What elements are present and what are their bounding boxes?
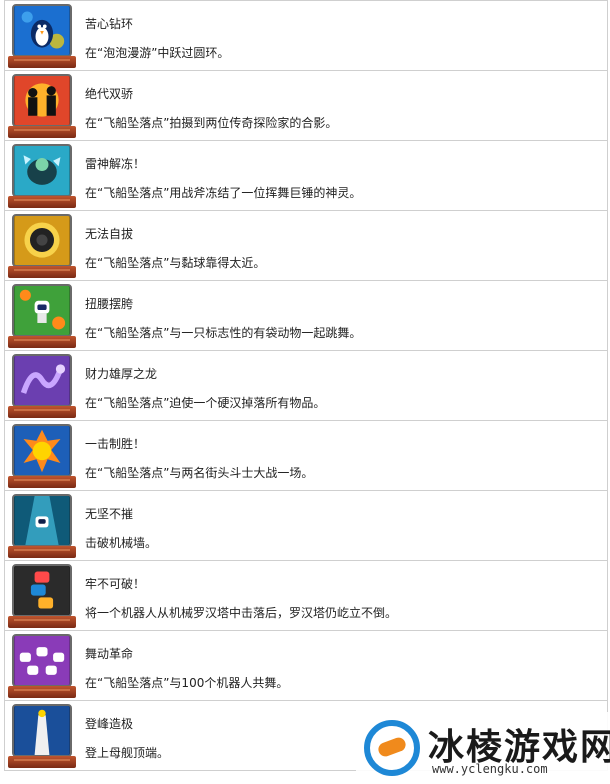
trophy-description: 将一个机器人从机械罗汉塔中击落后，罗汉塔仍屹立不倒。 (85, 606, 398, 620)
bot-crowd-trophy-icon (12, 634, 72, 687)
trophy-thumbnail (8, 144, 76, 208)
site-watermark: 冰棱游戏网 www.yclengku.com (356, 712, 610, 784)
trophy-thumbnail (8, 354, 76, 418)
trophy-stand (8, 616, 76, 628)
trophy-thumbnail (8, 704, 76, 768)
trophy-row: 无坚不摧 击破机械墙。 (4, 491, 608, 561)
spotlight-bot-trophy-icon (12, 494, 72, 547)
trophy-row: 扭腰摆胯 在“飞船坠落点”与一只标志性的有袋动物一起跳舞。 (4, 281, 608, 351)
trophy-stand (8, 56, 76, 68)
trophy-stand (8, 266, 76, 278)
trophy-stand (8, 406, 76, 418)
watermark-logo-icon (364, 720, 420, 776)
trophy-thumbnail (8, 74, 76, 138)
ko-trophy-icon (12, 424, 72, 477)
trophy-thumbnail (8, 494, 76, 558)
trophy-stand (8, 686, 76, 698)
trophy-stand (8, 546, 76, 558)
tower-top-trophy-icon (12, 704, 72, 757)
trophy-description: 在“泡泡漫游”中跃过圆环。 (85, 46, 230, 60)
trophy-description: 在“飞船坠落点”与两名街头斗士大战一场。 (85, 466, 314, 480)
trophy-description: 在“飞船坠落点”与一只标志性的有袋动物一起跳舞。 (85, 326, 362, 340)
trophy-title: 苦心钻环 (85, 17, 134, 31)
trophy-thumbnail (8, 214, 76, 278)
trophy-title: 财力雄厚之龙 (85, 367, 158, 381)
trophy-row: 牢不可破！ 将一个机器人从机械罗汉塔中击落后，罗汉塔仍屹立不倒。 (4, 561, 608, 631)
trophy-title: 牢不可破！ (85, 577, 146, 591)
trophy-stand (8, 126, 76, 138)
trophy-description: 在“飞船坠落点”与100个机器人共舞。 (85, 676, 289, 690)
trophy-stand (8, 196, 76, 208)
trophy-row: 财力雄厚之龙 在“飞船坠落点”迫使一个硬汉掉落所有物品。 (4, 351, 608, 421)
trophy-description: 登上母舰顶端。 (85, 746, 170, 760)
trophy-title: 雷神解冻！ (85, 157, 146, 171)
trophy-title: 无法自拔 (85, 227, 134, 241)
trophy-description: 在“飞船坠落点”用战斧冻结了一位挥舞巨锤的神灵。 (85, 186, 362, 200)
trophy-title: 扭腰摆胯 (85, 297, 134, 311)
dragon-trophy-icon (12, 354, 72, 407)
trophy-title: 舞动革命 (85, 647, 134, 661)
trophy-thumbnail (8, 284, 76, 348)
trophy-title: 无坚不摧 (85, 507, 134, 521)
trophy-row: 绝代双骄 在“飞船坠落点”拍摄到两位传奇探险家的合影。 (4, 71, 608, 141)
bot-tower-trophy-icon (12, 564, 72, 617)
frozen-god-trophy-icon (12, 144, 72, 197)
watermark-url: www.yclengku.com (432, 762, 548, 776)
dancing-bot-trophy-icon (12, 284, 72, 337)
silhouette-duo-trophy-icon (12, 74, 72, 127)
trophy-thumbnail (8, 634, 76, 698)
trophy-row: 苦心钻环 在“泡泡漫游”中跃过圆环。 (4, 1, 608, 71)
trophy-description: 击破机械墙。 (85, 536, 158, 550)
trophy-thumbnail (8, 564, 76, 628)
penguin-trophy-icon (12, 4, 72, 57)
trophy-thumbnail (8, 424, 76, 488)
trophy-title: 登峰造极 (85, 717, 134, 731)
trophy-stand (8, 756, 76, 768)
trophy-stand (8, 336, 76, 348)
sticky-ball-trophy-icon (12, 214, 72, 267)
trophy-description: 在“飞船坠落点”迫使一个硬汉掉落所有物品。 (85, 396, 326, 410)
trophy-table: 苦心钻环 在“泡泡漫游”中跃过圆环。 绝代双骄 在“飞船坠落点”拍摄到两位传奇探… (4, 0, 608, 771)
trophy-description: 在“飞船坠落点”拍摄到两位传奇探险家的合影。 (85, 116, 338, 130)
trophy-thumbnail (8, 4, 76, 68)
trophy-row: 舞动革命 在“飞船坠落点”与100个机器人共舞。 (4, 631, 608, 701)
trophy-row: 无法自拔 在“飞船坠落点”与黏球靠得太近。 (4, 211, 608, 281)
trophy-stand (8, 476, 76, 488)
trophy-title: 绝代双骄 (85, 87, 134, 101)
trophy-description: 在“飞船坠落点”与黏球靠得太近。 (85, 256, 266, 270)
trophy-row: 雷神解冻！ 在“飞船坠落点”用战斧冻结了一位挥舞巨锤的神灵。 (4, 141, 608, 211)
trophy-title: 一击制胜！ (85, 437, 146, 451)
trophy-row: 一击制胜！ 在“飞船坠落点”与两名街头斗士大战一场。 (4, 421, 608, 491)
